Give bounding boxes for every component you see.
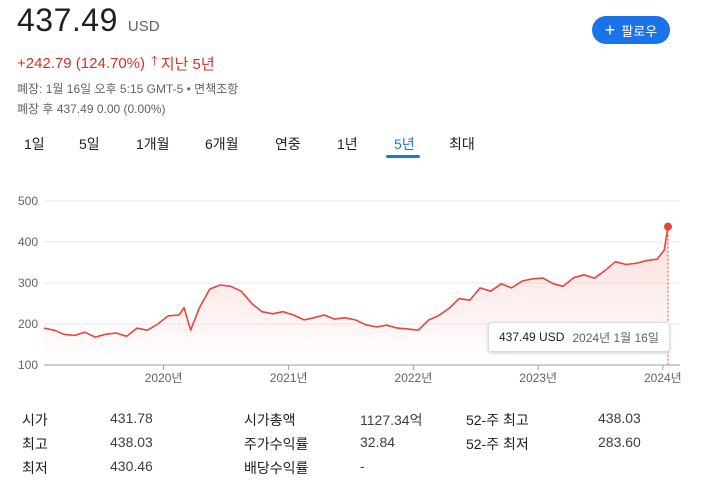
stat-label-open: 시가: [22, 412, 48, 428]
stat-value-mktcap: 1127.34억: [360, 412, 423, 428]
range-tabs: 1일 5일 1개월 6개월 연중 1년 5년 최대: [0, 126, 722, 166]
stat-label-mktcap: 시가총액: [244, 412, 296, 428]
x-tick-label: 2023년: [519, 371, 557, 385]
stat-label-div: 배당수익률: [244, 460, 309, 476]
y-tick-label: 300: [18, 276, 38, 290]
tab-1m[interactable]: 1개월: [136, 134, 170, 154]
tooltip-price: 437.49 USD: [499, 330, 565, 344]
change-period: 지난 5년: [160, 55, 215, 73]
tab-max[interactable]: 최대: [449, 134, 475, 154]
currency-label: USD: [127, 18, 160, 35]
active-tab-indicator: [386, 155, 420, 158]
y-tick-label: 200: [18, 317, 38, 331]
plus-icon: +: [604, 20, 616, 40]
current-price-dot: [664, 222, 672, 231]
price-header: 437.49 USD: [17, 2, 160, 39]
x-tick-label: 2021년: [270, 371, 308, 385]
change-value: +242.79 (124.70%): [17, 54, 146, 72]
stat-value-open: 431.78: [110, 410, 153, 426]
tab-6m[interactable]: 6개월: [205, 134, 239, 154]
tab-ytd[interactable]: 연중: [275, 134, 301, 154]
stat-value-52wh: 438.03: [598, 410, 641, 426]
price-change: +242.79 (124.70%) 🡑 지난 5년: [17, 52, 215, 74]
stat-label-52wl: 52-주 최저: [466, 436, 529, 452]
tab-5y[interactable]: 5년: [394, 134, 415, 154]
stat-label-52wh: 52-주 최고: [466, 412, 529, 428]
arrow-up-icon: 🡑: [151, 53, 158, 68]
stat-value-52wl: 283.60: [598, 434, 641, 450]
stat-value-pe: 32.84: [360, 434, 396, 450]
current-price: 437.49: [17, 2, 118, 38]
stat-label-pe: 주가수익률: [244, 436, 309, 452]
x-axis-labels: 2020년 2021년 2022년 2023년 2024년: [145, 365, 682, 385]
y-tick-label: 500: [18, 194, 38, 208]
tab-1y[interactable]: 1년: [337, 134, 358, 154]
stat-value-low: 430.46: [110, 458, 153, 474]
tab-5d[interactable]: 5일: [79, 134, 100, 154]
stat-label-low: 최저: [22, 460, 48, 476]
after-hours-info: 폐장 후 437.49 0.00 (0.00%): [17, 102, 166, 116]
tooltip-date: 2024년 1월 16일: [572, 330, 659, 345]
x-tick-label: 2022년: [395, 371, 433, 385]
price-chart[interactable]: 500 400 300 200 100 2020년 2021년 2022년 2023년 2024…: [0, 185, 722, 390]
follow-button[interactable]: + 팔로우: [592, 16, 670, 44]
stat-value-high: 438.03: [110, 434, 153, 450]
stat-value-div: -: [360, 458, 365, 474]
close-info: 폐장: 1월 16일 오후 5:15 GMT-5 • 면책조항: [17, 82, 239, 96]
y-tick-label: 100: [18, 358, 38, 372]
stat-label-high: 최고: [22, 436, 48, 452]
y-axis-labels: 500 400 300 200 100: [18, 194, 38, 372]
x-tick-label: 2024년: [644, 371, 682, 385]
y-tick-label: 400: [18, 235, 38, 249]
x-tick-label: 2020년: [145, 371, 183, 385]
tab-1d[interactable]: 1일: [24, 134, 45, 154]
chart-tooltip: 437.49 USD 2024년 1월 16일: [488, 322, 670, 352]
follow-button-label: 팔로우: [621, 23, 658, 39]
